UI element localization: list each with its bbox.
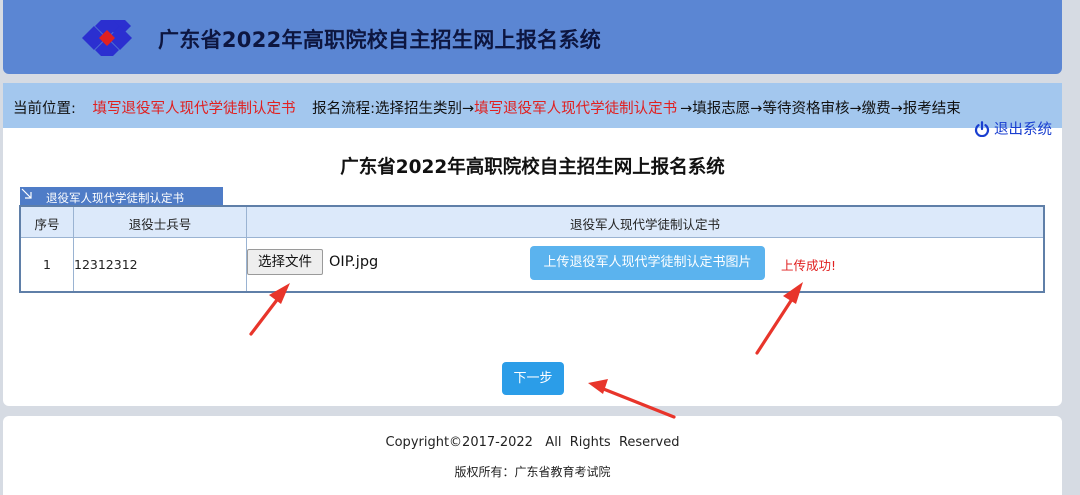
upload-status: 上传成功! [781, 258, 837, 273]
footer: Copyright©2017-2022 All Rights Reserved … [3, 416, 1062, 495]
header-soldier-no: 退役士兵号 [128, 217, 192, 232]
owner-text: 版权所有：广东省教育考试院 [454, 465, 611, 479]
header-certificate: 退役军人现代学徒制认定书 [569, 217, 720, 232]
corner-arrow-icon [21, 188, 32, 199]
location-bar: 当前位置: 填写退役军人现代学徒制认定书 报名流程:选择招生类别→填写退役军人现… [3, 83, 1062, 138]
section-tab-label: 退役军人现代学徒制认定书 [46, 191, 184, 205]
copyright-text: Copyright©2017-2022 All Rights Reserved [385, 435, 680, 450]
main-panel: 当前位置: 填写退役军人现代学徒制认定书 报名流程:选择招生类别→填写退役军人现… [3, 83, 1062, 406]
flow-suffix: →填报志愿→等待资格审核→缴费→报考结束 [680, 101, 961, 117]
row-soldier-no: 12312312 [74, 257, 138, 272]
certificate-table: 序号 退役士兵号 退役军人现代学徒制认定书 1 12312312 选择文件 OI… [19, 205, 1045, 293]
page-title: 广东省2022年高职院校自主招生网上报名系统 [340, 157, 725, 178]
location-current: 填写退役军人现代学徒制认定书 [92, 101, 296, 117]
flow-current-step: 填写退役军人现代学徒制认定书 [474, 101, 678, 117]
row-index: 1 [43, 257, 51, 272]
location-label: 当前位置: [13, 101, 76, 117]
site-title: 广东省2022年高职院校自主招生网上报名系统 [158, 28, 602, 52]
header-index: 序号 [34, 217, 60, 232]
choose-file-button[interactable]: 选择文件 [247, 249, 323, 275]
section-tab: 退役军人现代学徒制认定书 [20, 187, 223, 206]
selected-file-name: OIP.jpg [329, 254, 379, 270]
flow-prefix: 报名流程:选择招生类别→ [312, 101, 475, 117]
logo-diamond-icon [82, 20, 132, 56]
upload-certificate-button[interactable]: 上传退役军人现代学徒制认定书图片 [530, 246, 765, 280]
power-icon [974, 120, 990, 137]
breadcrumb: 当前位置: 填写退役军人现代学徒制认定书 报名流程:选择招生类别→填写退役军人现… [13, 97, 961, 118]
logout-link[interactable]: 退出系统 [974, 118, 1052, 139]
next-step-button[interactable]: 下一步 [502, 362, 564, 395]
site-header: 广东省2022年高职院校自主招生网上报名系统 [3, 0, 1062, 74]
logout-label: 退出系统 [994, 122, 1052, 138]
